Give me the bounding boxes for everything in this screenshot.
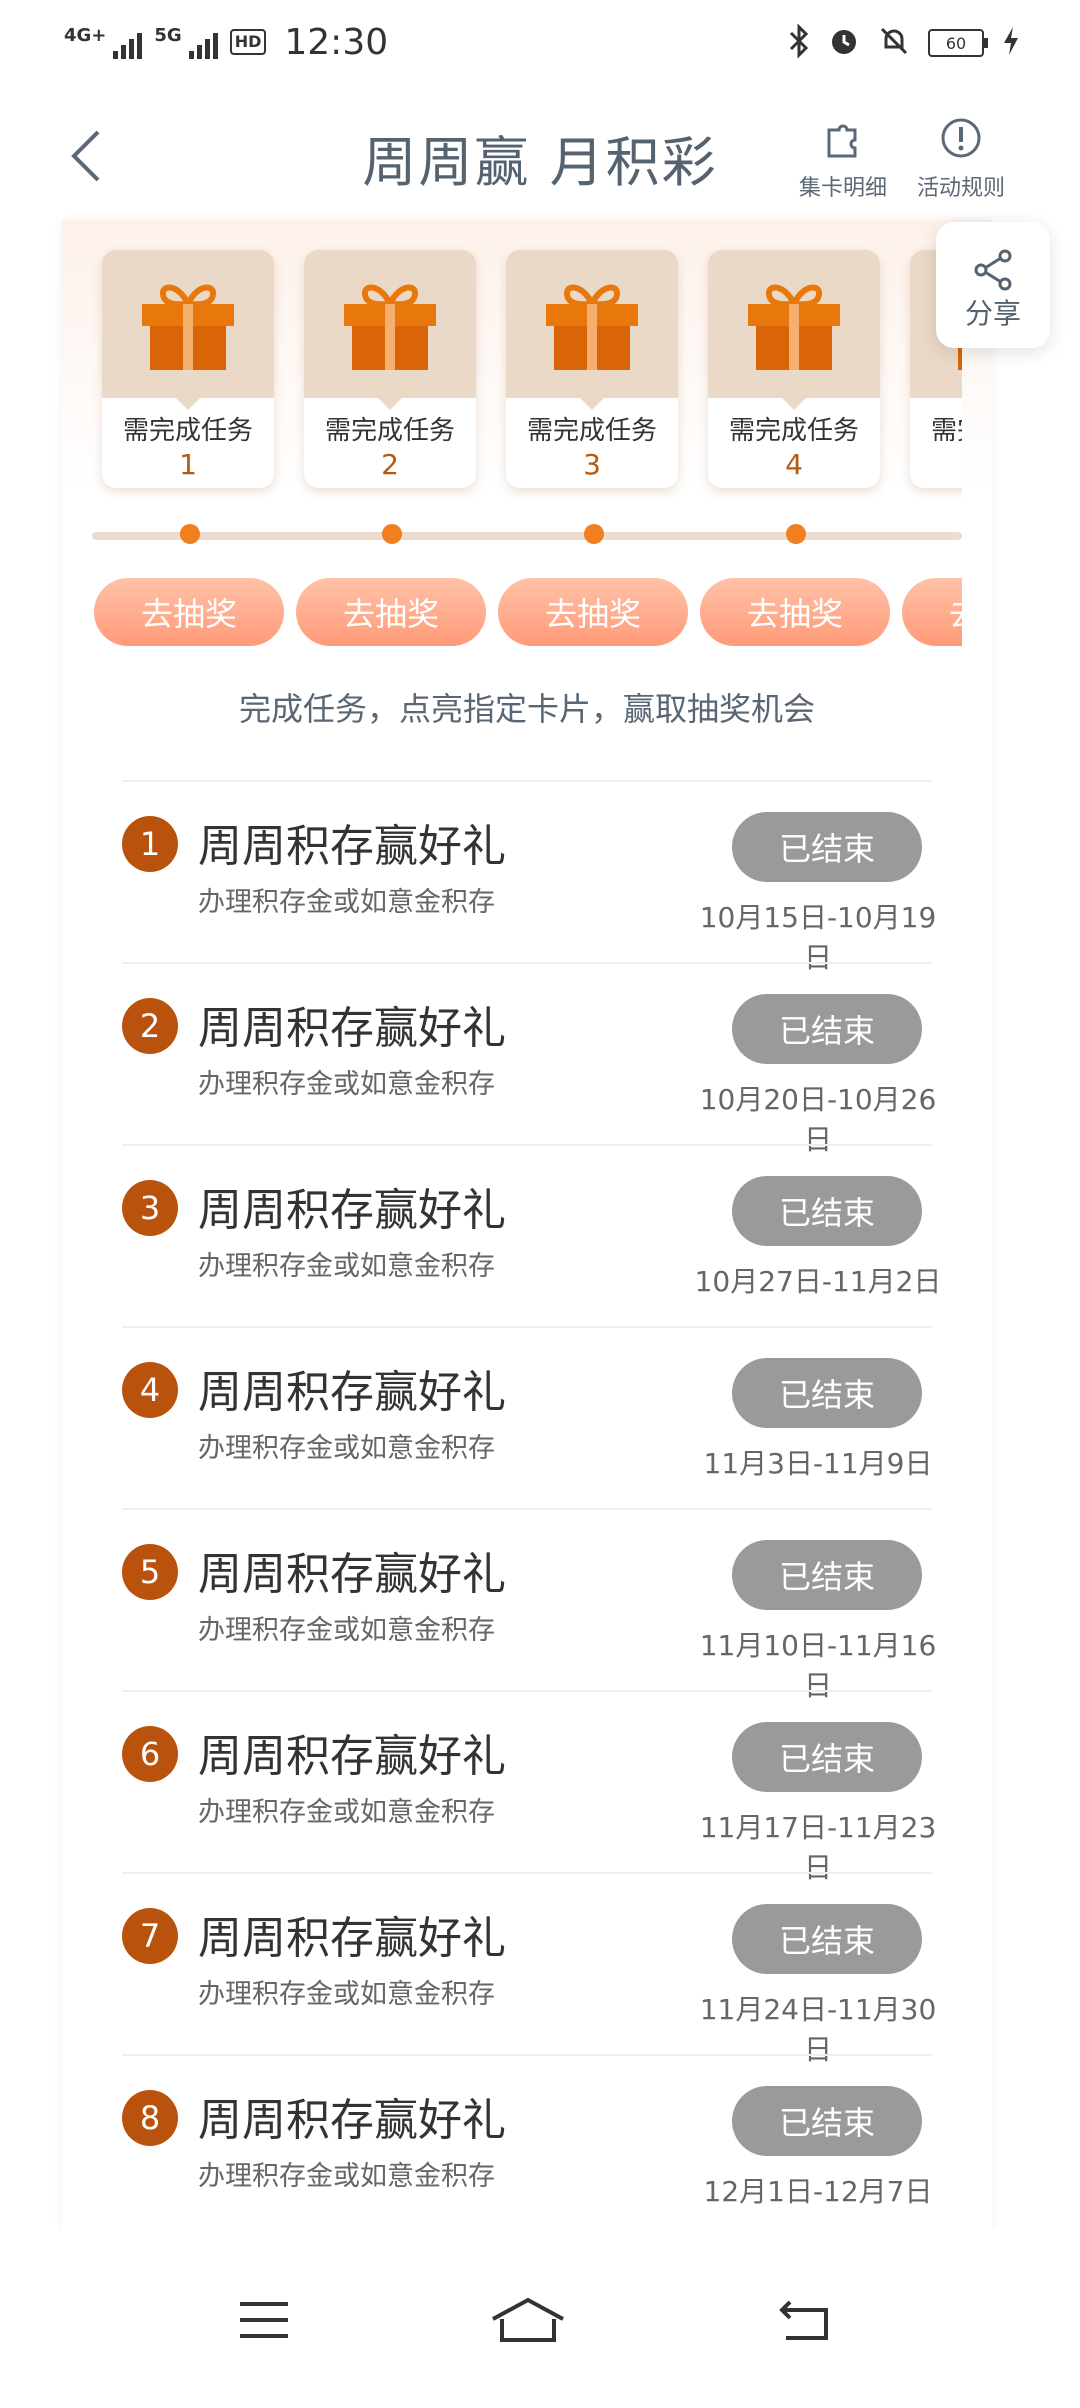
task-number: 7 [122,1908,178,1964]
task-status-button[interactable]: 已结束 [732,1358,922,1428]
task-subtitle: 办理积存金或如意金积存 [198,1615,495,1646]
task-status-button[interactable]: 已结束 [732,812,922,882]
task-tip: 完成任务，点亮指定卡片，赢取抽奖机会 [238,690,815,728]
draw-button-4[interactable]: 去抽奖 [700,578,890,646]
task-title: 周周积存赢好礼 [198,1003,506,1054]
task-title: 周周积存赢好礼 [198,1549,506,1600]
task-row: 7 周周积存赢好礼 办理积存金或如意金积存 已结束 11月24日-11月30日 [122,1872,936,2066]
task-title: 周周积存赢好礼 [198,821,506,872]
gift-cards-scroller[interactable]: 需完成任务1 需完成任务2 需完成任务3 需完成任务4 需完成任务5 去抽奖 去… [62,220,962,700]
task-row: 4 周周积存赢好礼 办理积存金或如意金积存 已结束 11月3日-11月9日 [122,1326,933,1510]
gift-box-icon [748,284,840,370]
task-date: 11月3日-11月9日 [703,1447,933,1480]
draw-button-2[interactable]: 去抽奖 [296,578,486,646]
progress-dot [382,524,402,544]
hd-voice-icon: HD [229,29,267,55]
task-status-button[interactable]: 已结束 [732,1176,922,1246]
task-number: 5 [122,1544,178,1600]
task-subtitle: 办理积存金或如意金积存 [198,1979,495,2010]
task-subtitle: 办理积存金或如意金积存 [198,1251,495,1282]
share-button[interactable]: 分享 [936,222,1050,348]
task-subtitle: 办理积存金或如意金积存 [198,1433,495,1464]
task-row: 3 周周积存赢好礼 办理积存金或如意金积存 已结束 10月27日-11月2日 [122,1144,941,1328]
task-status-button[interactable]: 已结束 [732,2086,922,2156]
home-nav-button[interactable] [488,2280,568,2360]
task-row: 2 周周积存赢好礼 办理积存金或如意金积存 已结束 10月20日-10月26日 [122,962,936,1156]
info-circle-icon [906,110,1016,166]
task-row: 5 周周积存赢好礼 办理积存金或如意金积存 已结束 11月10日-11月16日 [122,1508,936,1702]
task-number: 1 [122,816,178,872]
progress-dot [786,524,806,544]
gift-card-1[interactable]: 需完成任务 1 [102,250,274,488]
gift-card-4[interactable]: 需完成任务 4 [708,250,880,488]
task-number: 6 [122,1726,178,1782]
puzzle-icon [788,110,898,166]
gift-box-icon [344,284,436,370]
task-status-button[interactable]: 已结束 [732,1722,922,1792]
battery-icon: 60 [928,29,988,57]
progress-dot [584,524,604,544]
task-status-button[interactable]: 已结束 [732,1540,922,1610]
task-row: 6 周周积存赢好礼 办理积存金或如意金积存 已结束 11月17日-11月23日 [122,1690,936,1884]
task-number: 8 [122,2090,178,2146]
gift-box-icon [142,284,234,370]
task-title: 周周积存赢好礼 [198,1731,506,1782]
task-number: 2 [122,998,178,1054]
mute-bell-icon [878,25,910,61]
task-number: 4 [122,1362,178,1418]
task-title: 周周积存赢好礼 [198,1367,506,1418]
task-date: 12月1日-12月7日 [703,2175,933,2208]
gift-card-2[interactable]: 需完成任务 2 [304,250,476,488]
task-subtitle: 办理积存金或如意金积存 [198,1069,495,1100]
task-row: 8 周周积存赢好礼 办理积存金或如意金积存 已结束 12月1日-12月7日 [122,2054,933,2238]
activity-rules-button[interactable]: 活动规则 [906,110,1016,202]
task-subtitle: 办理积存金或如意金积存 [198,2161,495,2192]
task-subtitle: 办理积存金或如意金积存 [198,887,495,918]
task-status-button[interactable]: 已结束 [732,1904,922,1974]
task-title: 周周积存赢好礼 [198,2095,506,2146]
menu-nav-button[interactable] [224,2280,304,2360]
draw-button-3[interactable]: 去抽奖 [498,578,688,646]
gift-card-3[interactable]: 需完成任务 3 [506,250,678,488]
task-title: 周周积存赢好礼 [198,1913,506,1964]
progress-dot [180,524,200,544]
task-title: 周周积存赢好礼 [198,1185,506,1236]
gift-box-icon [546,284,638,370]
home-icon [492,2297,564,2342]
task-row: 1 周周积存赢好礼 办理积存金或如意金积存 已结束 10月15日-10月19日 [122,780,936,974]
back-nav-button[interactable] [764,2280,844,2360]
back-arrow-icon [779,2300,828,2340]
draw-button-5[interactable]: 去抽奖 [902,578,962,646]
cellular-signal-icon: 4G+ [64,25,143,59]
bluetooth-icon [788,23,810,62]
charging-icon [1002,26,1020,60]
task-status-button[interactable]: 已结束 [732,994,922,1064]
share-icon [936,222,1050,292]
activity-content: 需完成任务1 需完成任务2 需完成任务3 需完成任务4 需完成任务5 去抽奖 去… [62,220,992,2230]
app-header: 周周赢 月积彩 集卡明细 活动规则 [0,84,1080,220]
clock-time: 12:30 [284,21,389,63]
status-bar: 4G+ 5G HD 12:30 60 [0,0,1080,84]
card-detail-button[interactable]: 集卡明细 [788,110,898,202]
alarm-icon [828,25,860,61]
system-nav-bar [0,2230,1080,2408]
progress-track [92,532,962,540]
draw-button-1[interactable]: 去抽奖 [94,578,284,646]
task-date: 10月27日-11月2日 [694,1265,942,1298]
task-subtitle: 办理积存金或如意金积存 [198,1797,495,1828]
menu-icon [240,2302,288,2338]
cellular-signal-icon-2: 5G [154,25,218,59]
task-number: 3 [122,1180,178,1236]
